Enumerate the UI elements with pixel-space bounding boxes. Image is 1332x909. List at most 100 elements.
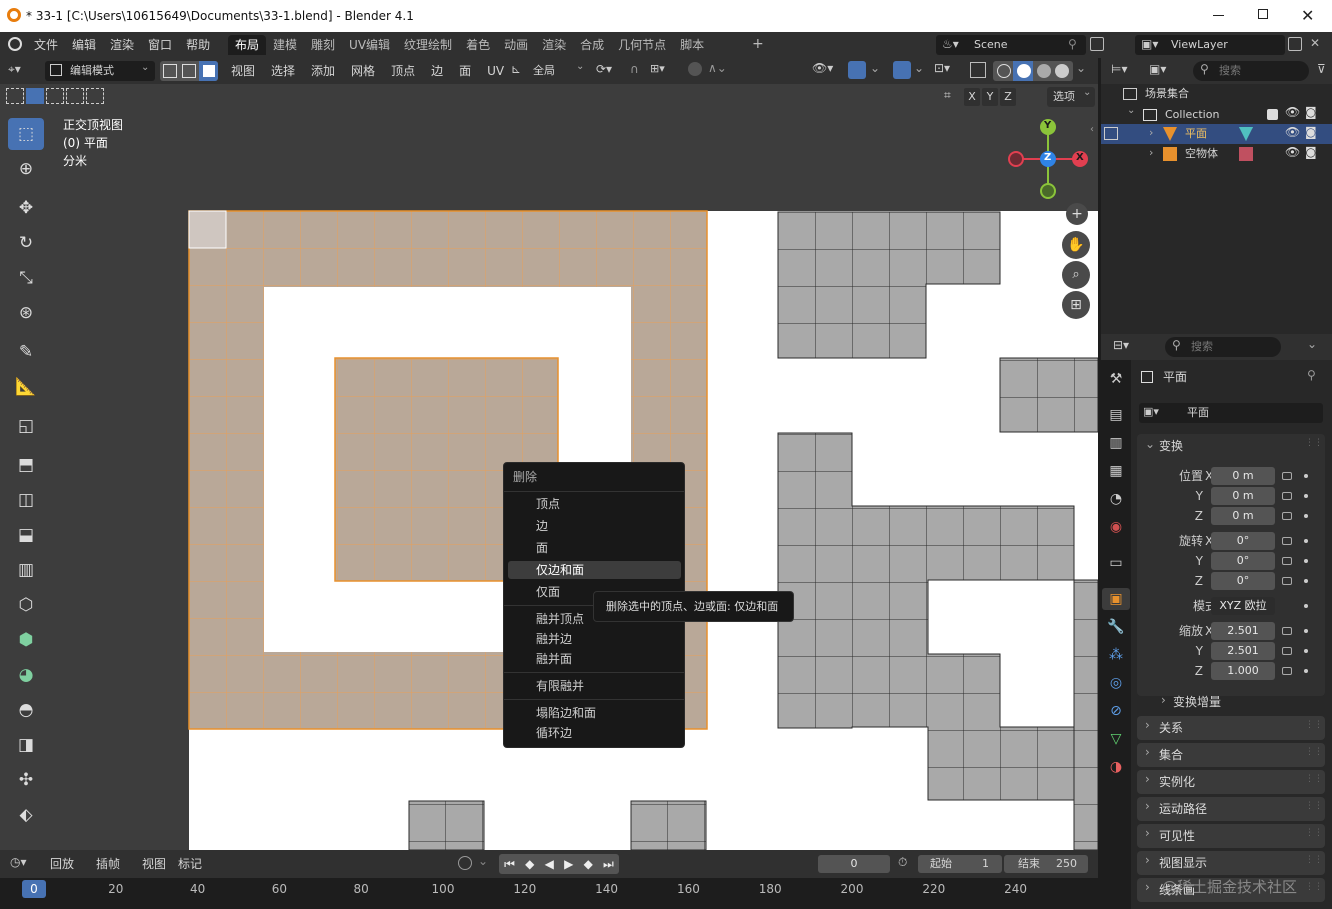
drag-handle-icon[interactable]: ⋮⋮ bbox=[1305, 720, 1323, 730]
smooth-tool-icon[interactable]: ◓ bbox=[8, 694, 44, 726]
workspace-tab-5[interactable]: 着色 bbox=[459, 35, 497, 55]
rendered-shading-icon[interactable] bbox=[1055, 64, 1069, 78]
timeline-menu-3[interactable]: 标记 bbox=[178, 855, 202, 873]
transform-orientation[interactable]: ⊾ 全局 ⌄ bbox=[508, 61, 588, 81]
select-box-tool-icon[interactable]: ⬚ bbox=[8, 118, 44, 150]
3d-viewport[interactable]: Y X Z ⌗ XYZ 选项 ⌄ 正交顶视图 (0) 平面 分米 + ✋ ⌕ ⊞… bbox=[0, 84, 1098, 850]
mirror-axis-z[interactable]: Z bbox=[1000, 88, 1016, 106]
close-button[interactable]: ✕ bbox=[1301, 6, 1314, 25]
menu-4[interactable]: 帮助 bbox=[186, 36, 210, 54]
viewport-menu-7[interactable]: UV bbox=[487, 62, 504, 80]
scale-tool-icon[interactable]: ⤡ bbox=[8, 262, 44, 294]
section-3[interactable]: › 运动路径 ⋮⋮ bbox=[1137, 797, 1325, 821]
move-tool-icon[interactable]: ✥ bbox=[8, 192, 44, 224]
workspace-tab-0[interactable]: 布局 bbox=[228, 35, 267, 55]
measure-tool-icon[interactable]: 📐 bbox=[8, 371, 44, 403]
mirror-icon[interactable]: ⌗ bbox=[944, 88, 951, 103]
pin-icon[interactable]: ⚲ bbox=[1068, 37, 1077, 51]
visibility-icon[interactable]: 👁▾ bbox=[812, 61, 833, 75]
workspace-tab-10[interactable]: 脚本 bbox=[673, 35, 711, 55]
section-1[interactable]: › 集合 ⋮⋮ bbox=[1137, 743, 1325, 767]
drag-handle-icon[interactable]: ⋮⋮ bbox=[1305, 855, 1323, 865]
shading-dropdown-icon[interactable]: ⌄ bbox=[1076, 61, 1086, 75]
menu-item-faces[interactable]: 面 bbox=[536, 539, 548, 557]
record-icon[interactable] bbox=[458, 856, 472, 870]
start-frame-field[interactable]: 起始 1 bbox=[918, 855, 1002, 873]
maximize-button[interactable] bbox=[1258, 9, 1268, 19]
menu-item-collapse-edges-faces[interactable]: 塌陷边和面 bbox=[536, 704, 596, 722]
section-0[interactable]: › 关系 ⋮⋮ bbox=[1137, 716, 1325, 740]
jump-start-icon[interactable]: ⏮ bbox=[504, 857, 515, 872]
workspace-tab-2[interactable]: 雕刻 bbox=[304, 35, 342, 55]
loop-cut-tool-icon[interactable]: ▥ bbox=[8, 554, 44, 586]
rotate-tool-icon[interactable]: ↻ bbox=[8, 227, 44, 259]
menu-item-dissolve-edges[interactable]: 融并边 bbox=[536, 630, 572, 648]
next-keyframe-icon[interactable]: ◆ bbox=[584, 857, 593, 871]
cursor-tool-icon[interactable]: ⊕ bbox=[8, 153, 44, 185]
snap-target-icon[interactable]: ⊞▾ bbox=[650, 62, 665, 75]
poly-build-tool-icon[interactable]: ⬢ bbox=[8, 624, 44, 656]
mesh-edit-overlay-icon[interactable]: ⊡▾ bbox=[934, 61, 950, 75]
wireframe-shading-icon[interactable] bbox=[997, 64, 1011, 78]
menu-item-vertices[interactable]: 顶点 bbox=[536, 495, 560, 513]
new-view-layer-icon[interactable] bbox=[1288, 37, 1302, 51]
drag-handle-icon[interactable]: ⋮⋮ bbox=[1305, 774, 1323, 784]
menu-item-only-faces[interactable]: 仅面 bbox=[536, 583, 560, 601]
active-face[interactable] bbox=[188, 210, 227, 249]
select-new-icon[interactable] bbox=[6, 88, 24, 104]
select-extend-icon[interactable] bbox=[26, 88, 44, 104]
zoom-icon[interactable]: + bbox=[1066, 203, 1088, 225]
end-frame-field[interactable]: 结束 250 bbox=[1004, 855, 1088, 873]
mode-selector[interactable]: 编辑模式 ⌄ bbox=[45, 61, 155, 81]
drag-handle-icon[interactable]: ⋮⋮ bbox=[1305, 801, 1323, 811]
remove-view-layer-icon[interactable]: ✕ bbox=[1310, 36, 1320, 50]
workspace-tab-8[interactable]: 合成 bbox=[573, 35, 611, 55]
viewport-menu-5[interactable]: 边 bbox=[431, 62, 443, 80]
pan-hand-icon[interactable]: ✋ bbox=[1062, 231, 1090, 259]
menu-0[interactable]: 文件 bbox=[34, 36, 58, 54]
workspace-tab-9[interactable]: 几何节点 bbox=[611, 35, 673, 55]
current-frame-field[interactable]: 0 bbox=[818, 855, 890, 873]
camera-view-icon[interactable]: ⌕ bbox=[1062, 261, 1090, 289]
preview-range-icon[interactable]: ⏱ bbox=[898, 855, 907, 870]
select-intersect-icon[interactable] bbox=[86, 88, 104, 104]
edge-select-icon[interactable] bbox=[182, 64, 196, 78]
timeline-editor-type-icon[interactable]: ◷▾ bbox=[10, 855, 27, 869]
overlay-toggle-icon[interactable] bbox=[893, 61, 911, 79]
drag-handle-icon[interactable]: ⋮⋮ bbox=[1305, 828, 1323, 838]
gizmo-toggle-icon[interactable] bbox=[848, 61, 866, 79]
mirror-axis-x[interactable]: X bbox=[964, 88, 980, 106]
drag-handle-icon[interactable]: ⋮⋮ bbox=[1305, 882, 1323, 892]
workspace-tab-7[interactable]: 渲染 bbox=[535, 35, 573, 55]
spin-tool-icon[interactable]: ◕ bbox=[8, 659, 44, 691]
menu-item-edges[interactable]: 边 bbox=[536, 517, 548, 535]
view-layer-selector[interactable]: ▣▾ ViewLayer bbox=[1135, 35, 1285, 55]
menu-item-dissolve-faces[interactable]: 融并面 bbox=[536, 650, 572, 668]
timeline-menu-0[interactable]: 回放 bbox=[50, 855, 84, 873]
drag-handle-icon[interactable]: ⋮⋮ bbox=[1305, 747, 1323, 757]
menu-item-only-edges-faces[interactable]: 仅边和面 bbox=[536, 561, 584, 579]
workspace-tab-4[interactable]: 纹理绘制 bbox=[397, 35, 459, 55]
edge-slide-tool-icon[interactable]: ◨ bbox=[8, 729, 44, 761]
viewport-menu-1[interactable]: 选择 bbox=[271, 62, 295, 80]
extrude-tool-icon[interactable]: ⬒ bbox=[8, 449, 44, 481]
bevel-tool-icon[interactable]: ⬓ bbox=[8, 519, 44, 551]
play-reverse-icon[interactable]: ◀ bbox=[545, 857, 554, 871]
section-5[interactable]: › 视图显示 ⋮⋮ bbox=[1137, 851, 1325, 875]
viewport-menu-2[interactable]: 添加 bbox=[311, 62, 335, 80]
keying-dropdown-icon[interactable]: ⌄ bbox=[478, 854, 488, 868]
sidebar-toggle-icon[interactable]: ‹ bbox=[1090, 124, 1094, 135]
knife-tool-icon[interactable]: ⬡ bbox=[8, 589, 44, 621]
blender-menu-icon[interactable] bbox=[8, 37, 22, 51]
scene-selector[interactable]: ♨▾ Scene ⚲ bbox=[936, 35, 1086, 55]
ortho-toggle-icon[interactable]: ⊞ bbox=[1062, 291, 1090, 319]
inset-tool-icon[interactable]: ◫ bbox=[8, 484, 44, 516]
menu-item-limited-dissolve[interactable]: 有限融并 bbox=[536, 677, 584, 695]
play-icon[interactable]: ▶ bbox=[564, 857, 573, 871]
viewport-menu-0[interactable]: 视图 bbox=[231, 62, 255, 80]
gizmo-dropdown-icon[interactable]: ⌄ bbox=[870, 61, 880, 75]
workspace-tab-6[interactable]: 动画 bbox=[497, 35, 535, 55]
viewport-menu-3[interactable]: 网格 bbox=[351, 62, 375, 80]
xray-icon[interactable] bbox=[970, 62, 986, 78]
timeline-menu-1[interactable]: 插帧 bbox=[96, 855, 130, 873]
